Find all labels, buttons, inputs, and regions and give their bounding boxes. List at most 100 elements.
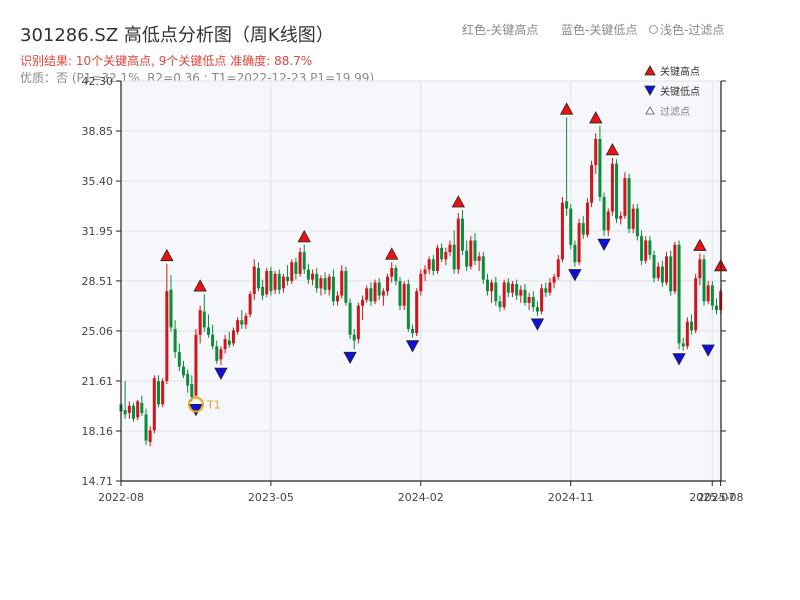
candle-body — [348, 302, 352, 335]
y-tick-label: 18.16 — [82, 425, 114, 438]
candle-body — [331, 276, 335, 302]
candle — [248, 291, 252, 318]
candle-body — [419, 273, 423, 292]
candle — [685, 317, 689, 350]
candle-body — [157, 381, 160, 405]
candle-body — [490, 282, 494, 292]
candle-body — [552, 276, 556, 283]
candle-body — [319, 278, 323, 289]
candle-body — [577, 223, 581, 263]
candle-body — [652, 254, 656, 279]
candle-body — [144, 414, 148, 441]
candle — [623, 172, 627, 219]
candle-body — [277, 273, 281, 290]
candle-body — [444, 252, 448, 260]
candle-body — [585, 202, 589, 235]
candle-body — [140, 402, 144, 414]
candle-body — [510, 283, 514, 293]
candle-body — [423, 269, 427, 274]
candle-body — [248, 294, 252, 315]
candle — [265, 268, 269, 298]
candle-body — [344, 270, 348, 303]
candle — [436, 244, 439, 274]
candle-body — [206, 327, 210, 335]
candle-body — [431, 259, 435, 271]
candle-body — [123, 410, 127, 415]
candle — [344, 266, 348, 306]
candle — [577, 218, 581, 266]
candle-body — [590, 165, 594, 203]
candle-body — [406, 283, 410, 329]
candle-body — [252, 266, 256, 295]
y-tick-label: 28.51 — [82, 275, 114, 288]
candle-body — [535, 307, 539, 312]
candle-body — [294, 262, 298, 274]
candle-body — [502, 282, 506, 308]
candle-body — [227, 340, 231, 345]
candle-body — [177, 352, 181, 367]
candle-body — [702, 259, 706, 302]
candle — [406, 279, 410, 332]
candle-body — [669, 256, 673, 292]
candle-body — [677, 244, 681, 344]
candle-body — [448, 244, 452, 253]
y-tick-label: 21.61 — [82, 375, 114, 388]
candle-body — [269, 270, 273, 292]
legend-low-label: 关键低点 — [660, 85, 700, 98]
candle-body — [261, 286, 265, 296]
candle-body — [710, 285, 714, 306]
candle — [481, 252, 485, 284]
candle-body — [565, 201, 569, 209]
candle-body — [265, 270, 269, 295]
candle-body — [298, 252, 302, 274]
candle — [348, 298, 352, 340]
candle-body — [715, 305, 718, 311]
candle — [677, 240, 681, 350]
candlestick-chart: T1 14.71 18.16 21.61 25.06 28.51 31.95 35.40 38… — [82, 65, 744, 504]
y-tick-label: 25.06 — [82, 325, 114, 338]
candle-body — [685, 321, 689, 347]
candle-body — [411, 328, 415, 334]
candle-body — [336, 295, 340, 302]
y-tick-label: 42.30 — [82, 75, 114, 88]
candle-body — [381, 291, 385, 296]
candle-body — [165, 291, 169, 382]
candle-body — [131, 405, 135, 419]
candle-body — [615, 163, 619, 219]
candle — [635, 204, 639, 241]
x-tick-label: 2025-08 — [698, 491, 744, 504]
candle — [269, 266, 273, 296]
candle-body — [648, 240, 652, 255]
candle-body — [436, 247, 439, 271]
candle — [502, 279, 506, 311]
candle — [298, 247, 302, 277]
candle — [569, 204, 573, 250]
candle-body — [610, 163, 614, 212]
candle-body — [311, 273, 315, 280]
candle-body — [152, 378, 156, 431]
candle-body — [223, 339, 227, 350]
candle-body — [540, 288, 544, 312]
candle — [560, 196, 564, 263]
candle-body — [440, 247, 444, 260]
candle-body — [548, 282, 552, 293]
candle — [590, 160, 594, 208]
candle-body — [473, 240, 477, 261]
candle — [290, 259, 294, 284]
candle — [631, 204, 635, 234]
candle-body — [560, 202, 564, 260]
candle-body — [306, 269, 310, 280]
candle-body — [398, 281, 402, 306]
candle-body — [181, 366, 185, 376]
candle-body — [244, 315, 248, 325]
candle-body — [581, 223, 585, 235]
candle-body — [394, 268, 398, 282]
candle — [356, 302, 360, 344]
candle-body — [231, 330, 235, 344]
candle-body — [290, 262, 294, 282]
candle-body — [219, 349, 223, 360]
candle — [673, 241, 677, 295]
candle-body — [415, 291, 419, 334]
candle-body — [127, 405, 131, 414]
candle-body — [606, 211, 610, 231]
